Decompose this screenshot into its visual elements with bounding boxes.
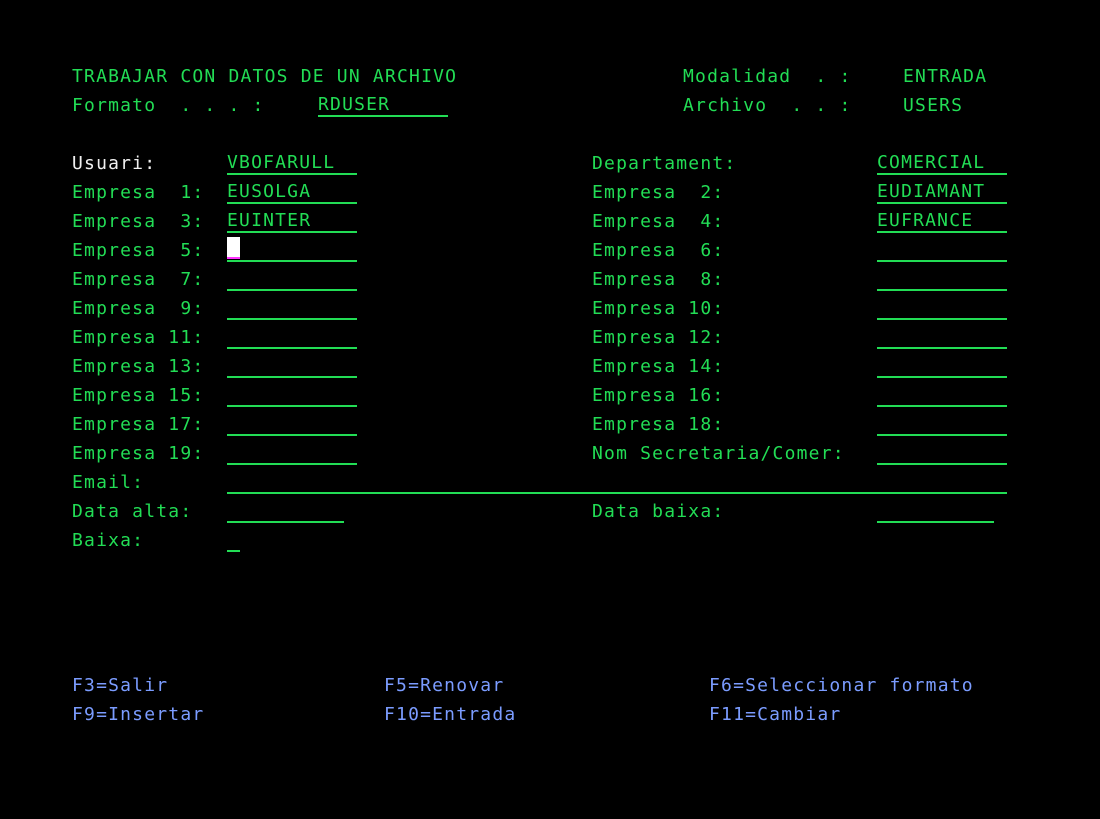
empresa-label: Empresa 3:	[72, 211, 205, 232]
mode-label: Modalidad . :	[683, 66, 852, 87]
empresa-label: Empresa 19:	[72, 443, 205, 464]
f5-key[interactable]: F5=Renovar	[384, 675, 504, 697]
user-field[interactable]: VBOFARULL	[227, 153, 357, 175]
empresa-label: Empresa 15:	[72, 385, 205, 406]
empresa-label: Empresa 7:	[72, 269, 205, 290]
empresa-field[interactable]: EUFRANCE	[877, 211, 1007, 233]
department-field[interactable]: COMERCIAL	[877, 153, 1007, 175]
screen-title: TRABAJAR CON DATOS DE UN ARCHIVO	[72, 66, 458, 87]
secretaria-label: Nom Secretaria/Comer:	[592, 443, 845, 464]
empresa-label: Empresa 2:	[592, 182, 725, 203]
data-alta-field[interactable]	[227, 501, 344, 523]
empresa-field[interactable]	[877, 327, 1007, 349]
empresa-label: Empresa 9:	[72, 298, 205, 319]
empresa-label: Empresa 5:	[72, 240, 205, 261]
format-field[interactable]: RDUSER	[318, 95, 448, 117]
empresa-field[interactable]	[227, 356, 357, 378]
empresa-field[interactable]	[227, 269, 357, 291]
empresa-label: Empresa 16:	[592, 385, 725, 406]
empresa-field[interactable]: EUINTER	[227, 211, 357, 233]
empresa-field[interactable]: EUDIAMANT	[877, 182, 1007, 204]
empresa-field[interactable]	[877, 269, 1007, 291]
format-label: Formato . . . :	[72, 95, 265, 116]
data-alta-label: Data alta:	[72, 501, 193, 522]
empresa-field[interactable]	[227, 240, 357, 262]
empresa-field[interactable]	[877, 356, 1007, 378]
empresa-label: Empresa 14:	[592, 356, 725, 377]
text-cursor	[227, 237, 240, 259]
baixa-label: Baixa:	[72, 530, 145, 551]
f10-key[interactable]: F10=Entrada	[384, 704, 516, 726]
empresa-field[interactable]	[877, 240, 1007, 262]
empresa-label: Empresa 13:	[72, 356, 205, 377]
empresa-label: Empresa 11:	[72, 327, 205, 348]
empresa-label: Empresa 4:	[592, 211, 725, 232]
data-baixa-field[interactable]	[877, 501, 994, 523]
department-label: Departament:	[592, 153, 737, 174]
baixa-field[interactable]	[227, 530, 240, 552]
empresa-label: Empresa 1:	[72, 182, 205, 203]
empresa-field[interactable]	[227, 443, 357, 465]
empresa-field[interactable]	[227, 298, 357, 320]
empresa-field[interactable]	[227, 385, 357, 407]
empresa-label: Empresa 6:	[592, 240, 725, 261]
file-label: Archivo . . :	[683, 95, 852, 116]
empresa-field[interactable]	[877, 414, 1007, 436]
empresa-field[interactable]	[227, 414, 357, 436]
empresa-field[interactable]	[877, 298, 1007, 320]
f9-key[interactable]: F9=Insertar	[72, 704, 204, 726]
empresa-label: Empresa 12:	[592, 327, 725, 348]
email-field[interactable]	[227, 472, 1007, 494]
f11-key[interactable]: F11=Cambiar	[709, 704, 841, 726]
user-label: Usuari:	[72, 153, 157, 174]
secretaria-field[interactable]	[877, 443, 1007, 465]
mode-value: ENTRADA	[903, 66, 988, 87]
empresa-label: Empresa 17:	[72, 414, 205, 435]
file-value: USERS	[903, 95, 964, 116]
empresa-label: Empresa 8:	[592, 269, 725, 290]
empresa-label: Empresa 10:	[592, 298, 725, 319]
email-label: Email:	[72, 472, 145, 493]
empresa-field[interactable]	[227, 327, 357, 349]
empresa-label: Empresa 18:	[592, 414, 725, 435]
f3-key[interactable]: F3=Salir	[72, 675, 168, 697]
empresa-field[interactable]	[877, 385, 1007, 407]
data-baixa-label: Data baixa:	[592, 501, 725, 522]
f6-key[interactable]: F6=Seleccionar formato	[709, 675, 974, 697]
empresa-field[interactable]: EUSOLGA	[227, 182, 357, 204]
